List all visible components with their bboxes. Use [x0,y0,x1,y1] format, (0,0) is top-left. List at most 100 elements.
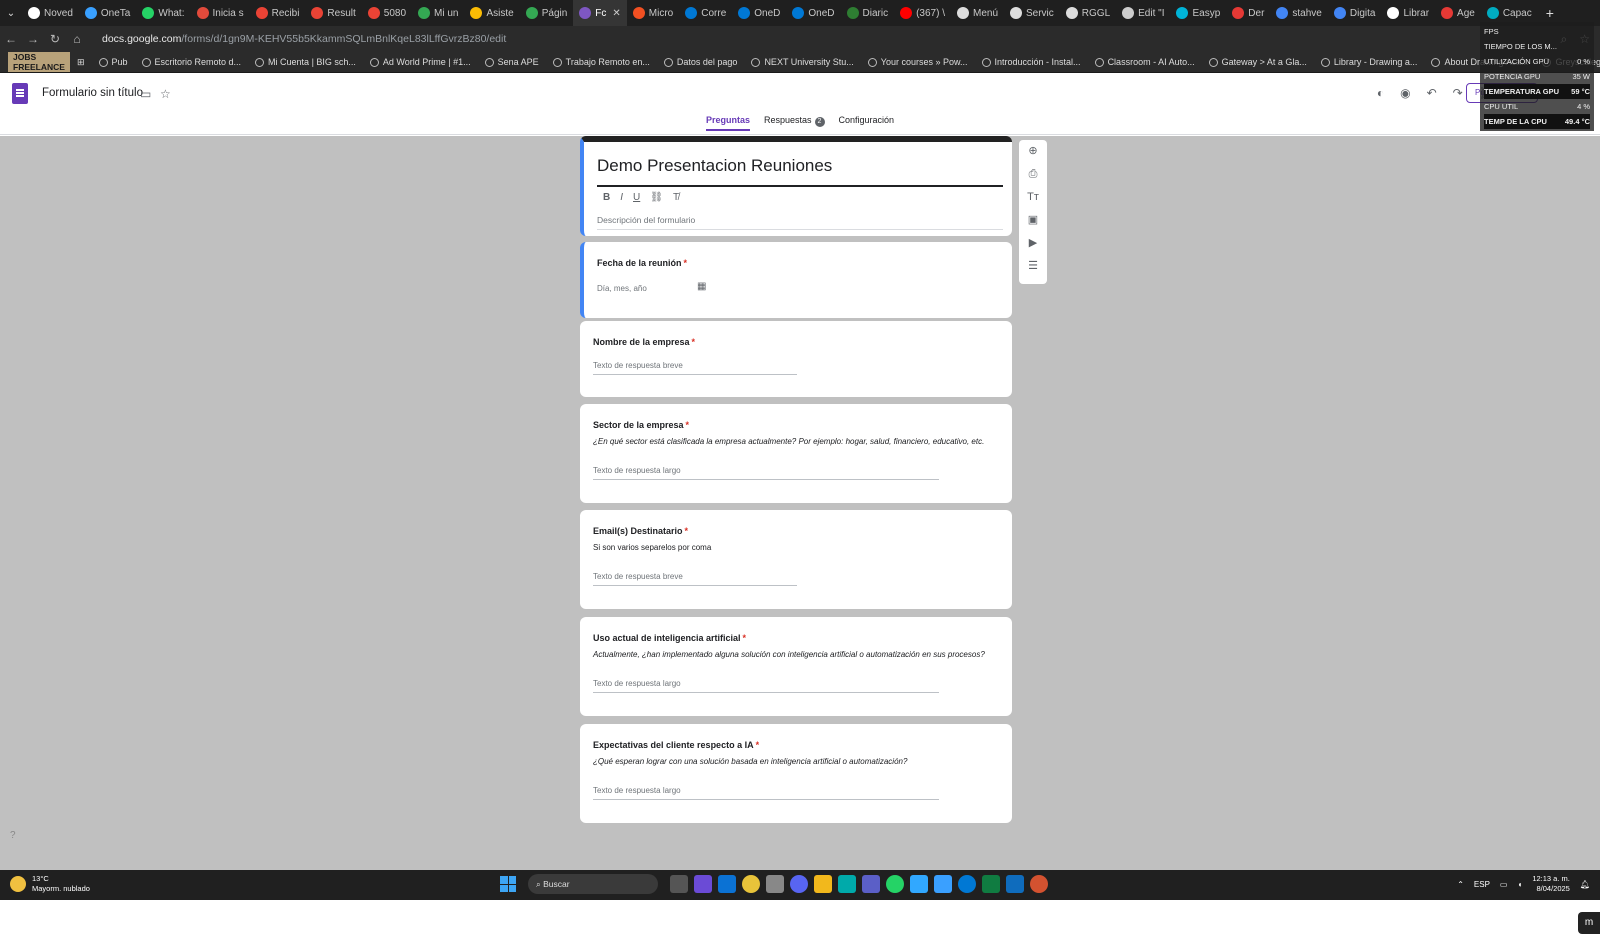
apps-grid-icon[interactable]: ⊞ [70,57,92,68]
clear-format-icon[interactable]: T̸ [673,192,679,203]
insert-link-icon[interactable]: ⛓ [650,192,663,203]
tab-search-icon[interactable]: ⌄ [0,0,22,26]
bookmark-item[interactable]: Library - Drawing a... [1314,57,1425,67]
palette-icon[interactable]: ◐ [1377,86,1384,100]
browser-tab[interactable]: Servic [1004,0,1060,26]
bookmark-item[interactable]: Datos del pago [657,57,745,67]
add-section-icon[interactable]: ☰ [1028,259,1038,273]
browser-tab[interactable]: Result [305,0,361,26]
browser-tab[interactable]: RGGL [1060,0,1116,26]
browser-tab[interactable]: Digita [1328,0,1382,26]
taskbar-search[interactable]: ⌕ Buscar [528,874,658,894]
browser-tab[interactable]: Age [1435,0,1481,26]
question-card[interactable]: Nombre de la empresa * Texto de respuesta … [580,321,1012,397]
forms-logo-icon[interactable] [12,83,28,104]
question-card[interactable]: Sector de la empresa * ¿En qué sector está… [580,404,1012,503]
answer-field[interactable]: Texto de respuesta largo [593,679,939,693]
form-title[interactable]: Demo Presentacion Reuniones [597,156,832,176]
date-input[interactable]: Día, mes, año [597,284,647,293]
browser-tab[interactable]: stahve [1270,0,1327,26]
browser-tab[interactable]: Asiste [464,0,519,26]
browser-tab[interactable]: Librar [1381,0,1435,26]
url-field[interactable]: docs.google.com/forms/d/1gn9M-KEHV55b5Kk… [102,33,506,45]
browser-tab[interactable]: Der [1226,0,1270,26]
answer-field[interactable]: Texto de respuesta largo [593,786,939,800]
file-explorer-icon[interactable] [814,875,832,893]
browser-tab[interactable]: OneD [732,0,786,26]
help-icon[interactable]: ? [10,830,16,841]
photoshop-icon[interactable] [910,875,928,893]
question-card[interactable]: Email(s) Destinatario * Si son varios sepa… [580,510,1012,609]
notepad-icon[interactable] [934,875,952,893]
redo-icon[interactable]: ↷ [1453,86,1463,100]
bookmark-item[interactable]: Escritorio Remoto d... [135,57,249,67]
browser-tab[interactable]: Inicia s [191,0,250,26]
answer-field[interactable]: Texto de respuesta largo [593,466,939,480]
photos-icon[interactable] [1006,875,1024,893]
browser-tab[interactable]: 5080 [362,0,412,26]
home-icon[interactable]: ⌂ [66,32,88,46]
answer-field[interactable]: Texto de respuesta breve [593,572,797,586]
calendar-icon[interactable]: ▦ [697,281,706,292]
question-card[interactable]: Expectativas del cliente respecto a IA * ¿… [580,724,1012,823]
question-card[interactable]: Uso actual de inteligencia artificial * Ac… [580,617,1012,716]
browser-tab[interactable]: Noved [22,0,79,26]
browser-tab[interactable]: Easyp [1170,0,1226,26]
network-icon[interactable]: ▭ [1500,880,1508,889]
discord-icon[interactable] [790,875,808,893]
star-icon[interactable]: ☆ [160,87,171,101]
browser-tab[interactable]: OneTa [79,0,136,26]
tray-chevron-icon[interactable]: ⌃ [1457,880,1464,889]
powerpoint-icon[interactable] [1030,875,1048,893]
bookmark-item[interactable]: Your courses » Pow... [861,57,975,67]
trello-icon[interactable] [718,875,736,893]
question-card[interactable]: Fecha de la reunión * Día, mes, año ▦ [580,242,1012,318]
browser-tab[interactable]: Mi un [412,0,464,26]
add-video-icon[interactable]: ▶ [1029,236,1037,250]
answer-field[interactable]: Texto de respuesta breve [593,361,797,375]
new-tab-button[interactable]: + [1538,5,1562,21]
browser-tab[interactable]: Diaric [841,0,895,26]
underline-icon[interactable]: U [633,192,640,203]
bookmark-item[interactable]: Ad World Prime | #1... [363,57,478,67]
excel-icon[interactable] [982,875,1000,893]
import-questions-icon[interactable]: ⎙ [1029,167,1038,181]
back-icon[interactable]: ← [0,32,22,46]
bookmark-jobs-freelance[interactable]: JOBS FREELANCE [8,52,70,72]
undo-icon[interactable]: ↶ [1427,86,1437,100]
folder-icon[interactable]: ▭ [140,87,151,101]
tab-responses[interactable]: Respuestas 2 [764,115,825,131]
start-windows-icon[interactable] [500,876,516,892]
bookmark-item[interactable]: Classroom - AI Auto... [1088,57,1202,67]
bold-icon[interactable]: B [603,192,610,203]
store-icon[interactable] [838,875,856,893]
clock[interactable]: 12:13 a. m. 8/04/2025 [1532,874,1570,894]
calculator-icon[interactable] [766,875,784,893]
chrome-icon[interactable] [742,875,760,893]
teams-icon[interactable] [862,875,880,893]
add-question-icon[interactable]: ⊕ [1028,144,1037,158]
copilot-icon[interactable] [694,875,712,893]
browser-tab[interactable]: Págin [520,0,574,26]
bookmark-item[interactable]: Mi Cuenta | BIG sch... [248,57,363,67]
notifications-icon[interactable]: 🔔︎ [1580,880,1590,889]
browser-tab[interactable]: Recibi [250,0,306,26]
add-title-icon[interactable]: Tт [1027,190,1039,204]
language-indicator[interactable]: ESP [1474,880,1490,889]
bookmark-item[interactable]: NEXT University Stu... [744,57,860,67]
reload-icon[interactable]: ↻ [44,32,66,46]
browser-tab[interactable]: What: [136,0,190,26]
browser-tab[interactable]: Corre [679,0,732,26]
add-image-icon[interactable]: ▣ [1028,213,1038,227]
close-tab-icon[interactable]: ✕ [612,8,620,19]
form-title-card[interactable]: Demo Presentacion Reuniones B I U ⛓ T̸ D… [580,136,1012,236]
browser-tab[interactable]: (367) \ [894,0,951,26]
whatsapp-icon[interactable] [886,875,904,893]
preview-eye-icon[interactable]: ◉ [1400,86,1410,100]
tab-questions[interactable]: Preguntas [705,115,750,131]
browser-tab[interactable]: Edit "I [1116,0,1170,26]
edge-icon[interactable] [958,875,976,893]
italic-icon[interactable]: I [620,192,623,203]
document-title[interactable]: Formulario sin título [42,87,143,99]
task-view-icon[interactable] [670,875,688,893]
